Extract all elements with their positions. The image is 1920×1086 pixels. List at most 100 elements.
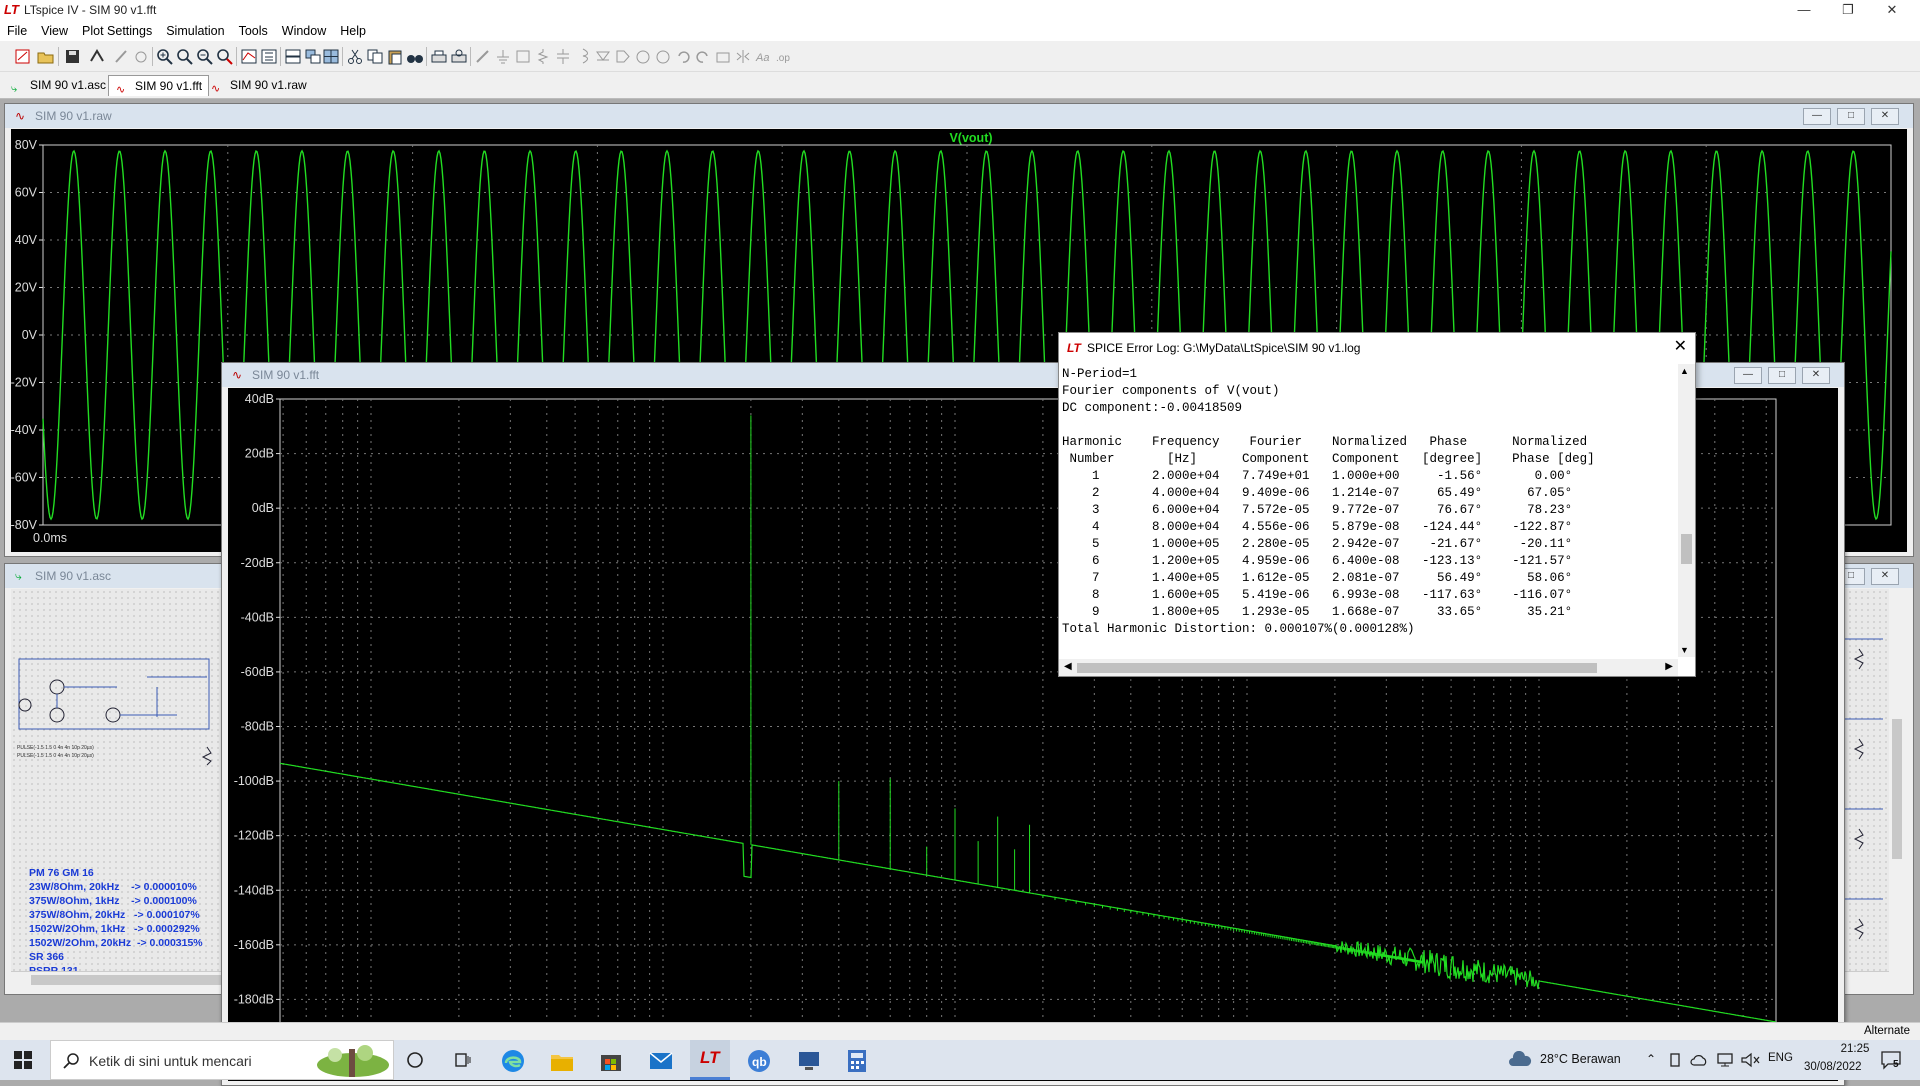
y-tick-label: 40dB [245,392,274,406]
resistor-icon[interactable] [534,48,552,65]
minimize-button[interactable]: — [1782,0,1826,21]
log-line: 3 6.000e+04 7.572e-05 9.772e-07 76.67° 7… [1062,503,1573,517]
raw-close-button[interactable]: ✕ [1871,108,1899,125]
component-icon[interactable] [614,48,632,65]
menu-file[interactable]: File [0,21,34,38]
raw-window-titlebar[interactable]: ∿ SIM 90 v1.raw — □ ✕ [5,104,1913,128]
restore-button[interactable]: ❐ [1826,0,1870,21]
ground-icon[interactable] [494,48,512,65]
label-net-icon[interactable] [514,48,532,65]
menu-plot-settings[interactable]: Plot Settings [75,21,159,38]
menu-view[interactable]: View [34,21,75,38]
print-preview-icon[interactable] [450,48,468,65]
spice-directive-icon[interactable]: .op [774,48,792,65]
windows-start-icon[interactable] [14,1051,32,1069]
log-line: 7 1.400e+05 1.612e-05 2.081e-07 56.49° 5… [1062,571,1573,585]
asc-close-button[interactable]: ✕ [1871,568,1899,585]
circuit-drawing: PULSE(-1.5 1.5 0 4n 4n 10p 20µs) PULSE(-… [17,658,212,766]
y-tick-label: -40dB [241,610,274,624]
waveform-icon: ∿ [116,84,126,96]
menu-simulation[interactable]: Simulation [159,21,231,38]
fft-close-button[interactable]: ✕ [1802,367,1830,384]
zoom-fit-icon[interactable] [216,48,234,65]
save-icon[interactable] [64,48,82,65]
redo-icon[interactable] [694,48,712,65]
taskbar-search-box[interactable]: Ketik di sini untuk mencari [50,1040,394,1080]
print-icon[interactable] [430,48,448,65]
raw-minimize-button[interactable]: — [1803,108,1831,125]
chevron-up-icon[interactable]: ⌃ [1646,1052,1656,1066]
trace-label: V(vout) [949,131,992,145]
raw-maximize-button[interactable]: □ [1837,108,1865,125]
menu-help[interactable]: Help [333,21,373,38]
move-hand-icon[interactable] [634,48,652,65]
microsoft-store-icon[interactable] [598,1049,624,1073]
undo-icon[interactable] [674,48,692,65]
log-vertical-scrollbar[interactable]: ▲ ▼ [1678,364,1695,657]
tab-sim-fft[interactable]: ∿ SIM 90 v1.fft [108,75,210,96]
qbittorrent-icon[interactable]: qb [746,1048,772,1074]
ltspice-logo-icon: LT [1067,341,1081,355]
zoom-pan-icon[interactable] [176,48,194,65]
network-icon[interactable] [1716,1052,1734,1068]
speaker-muted-icon[interactable] [1740,1052,1760,1068]
log-text[interactable]: N-Period=1 Fourier components of V(vout) D… [1062,366,1672,656]
text-icon[interactable]: Aa [754,48,772,65]
control-panel-icon[interactable] [88,48,106,65]
weather-cloud-icon[interactable] [1508,1051,1532,1067]
remote-desktop-icon[interactable] [796,1048,822,1074]
app-title-bar: LT LTspice IV - SIM 90 v1.fft — ❐ ✕ [0,0,1920,21]
new-schematic-icon[interactable] [14,48,32,65]
asc-vertical-scrollbar[interactable] [1889,589,1906,971]
log-line: 2 4.000e+04 9.409e-06 1.214e-07 65.49° 6… [1062,486,1573,500]
onedrive-cloud-icon[interactable] [1690,1054,1708,1066]
mail-icon[interactable] [648,1050,674,1072]
find-binoculars-icon[interactable] [406,48,424,65]
menu-window[interactable]: Window [275,21,333,38]
weather-text[interactable]: 28°C Berawan [1540,1052,1621,1066]
x-tick-label: 0.0ms [33,531,67,545]
usb-device-icon[interactable] [1668,1052,1682,1068]
tile-horizontal-icon[interactable] [284,48,302,65]
tab-sim-asc[interactable]: ⤷ SIM 90 v1.asc [4,75,112,95]
pan-hand-icon[interactable] [132,48,150,65]
zoom-out-icon[interactable] [196,48,214,65]
draw-wire-icon[interactable] [474,48,492,65]
zoom-in-icon[interactable] [156,48,174,65]
log-close-button[interactable]: ✕ [1674,338,1687,356]
task-view-icon[interactable] [454,1051,472,1069]
paste-icon[interactable] [386,48,404,65]
inductor-icon[interactable] [574,48,592,65]
fft-maximize-button[interactable]: □ [1768,367,1796,384]
cortana-icon[interactable] [406,1051,424,1069]
run-icon[interactable] [112,48,130,65]
language-indicator[interactable]: ENG [1768,1052,1793,1064]
copy-icon[interactable] [366,48,384,65]
log-line: 9 1.800e+05 1.293e-05 1.668e-07 33.65° 3… [1062,605,1573,619]
cascade-icon[interactable] [304,48,322,65]
cut-icon[interactable] [346,48,364,65]
menu-tools[interactable]: Tools [232,21,275,38]
file-explorer-icon[interactable] [549,1049,575,1073]
taskbar-ltspice-button[interactable]: LT [690,1040,730,1080]
mirror-icon[interactable] [734,48,752,65]
y-tick-label: -60V [11,471,38,485]
diode-icon[interactable] [594,48,612,65]
rotate-icon[interactable] [714,48,732,65]
y-tick-label: -160dB [234,938,274,952]
tile-windows-icon[interactable] [322,48,340,65]
manual-limits-icon[interactable] [260,48,278,65]
log-window-titlebar[interactable]: LT SPICE Error Log: G:\MyData\LtSpice\SIM… [1059,333,1695,363]
clock-date[interactable]: 30/08/2022 [1804,1061,1862,1073]
fft-minimize-button[interactable]: — [1734,367,1762,384]
capacitor-icon[interactable] [554,48,572,65]
log-line: 4 8.000e+04 4.556e-06 5.879e-08 -124.44°… [1062,520,1573,534]
close-button[interactable]: ✕ [1870,0,1914,21]
edge-browser-icon[interactable] [500,1048,526,1074]
autorange-icon[interactable] [240,48,258,65]
calculator-icon[interactable] [846,1048,868,1074]
open-folder-icon[interactable] [37,48,55,65]
drag-hand-icon[interactable] [654,48,672,65]
tab-sim-raw[interactable]: ∿ SIM 90 v1.raw [204,75,313,95]
log-horizontal-scrollbar[interactable]: ◀ ▶ [1059,659,1678,676]
